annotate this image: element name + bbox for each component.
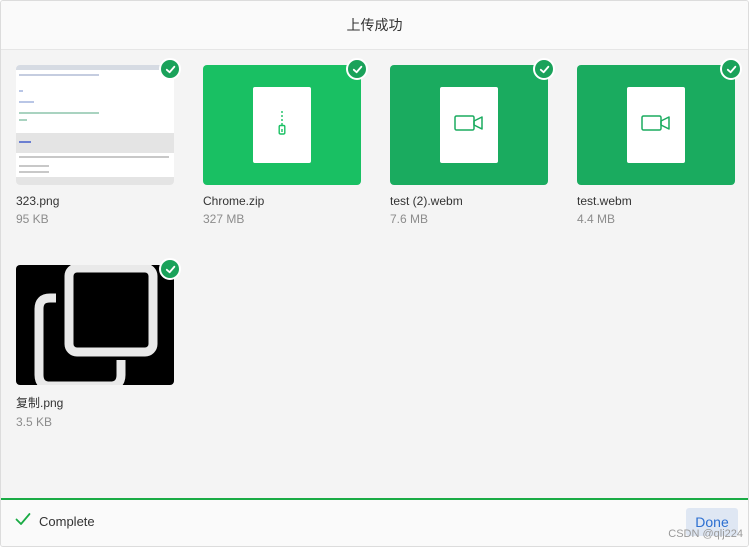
upload-success-check-icon [720, 58, 742, 80]
file-item[interactable]: Chrome.zip 327 MB [203, 58, 368, 226]
file-size: 7.6 MB [390, 212, 429, 226]
file-thumbnail[interactable] [203, 58, 368, 185]
dialog-title: 上传成功 [346, 17, 403, 33]
file-card [440, 87, 498, 163]
dialog-header: 上传成功 [1, 1, 748, 50]
file-thumbnail[interactable] [16, 258, 181, 385]
upload-success-check-icon [346, 58, 368, 80]
file-name: 323.png [16, 194, 60, 208]
file-grid: 323.png 95 KB Chrome.zip 327 MB test (2)… [1, 49, 748, 498]
file-size: 4.4 MB [577, 212, 616, 226]
file-name: test (2).webm [390, 194, 463, 208]
upload-status: Complete [15, 512, 95, 531]
video-camera-icon [454, 114, 484, 137]
watermark: CSDN @qlj224 [668, 528, 743, 540]
file-card [627, 87, 685, 163]
upload-success-check-icon [159, 258, 181, 280]
checkmark-icon [15, 512, 31, 531]
upload-success-check-icon [159, 58, 181, 80]
file-item[interactable]: test (2).webm 7.6 MB [390, 58, 555, 226]
copy-icon [34, 265, 158, 385]
file-card [253, 87, 311, 163]
screenshot-preview [16, 65, 174, 185]
dialog-footer: Complete Done [1, 498, 748, 546]
file-thumbnail[interactable] [390, 58, 555, 185]
upload-success-check-icon [533, 58, 555, 80]
status-text: Complete [39, 514, 95, 529]
file-name: 复制.png [16, 396, 64, 410]
file-thumbnail[interactable] [16, 58, 181, 185]
zip-file-icon [276, 110, 288, 141]
file-size: 3.5 KB [16, 415, 53, 429]
file-size: 95 KB [16, 212, 49, 226]
file-name: test.webm [577, 194, 632, 208]
file-size: 327 MB [203, 212, 245, 226]
file-name: Chrome.zip [203, 194, 265, 208]
file-item[interactable]: 323.png 95 KB [16, 58, 181, 226]
file-item[interactable]: 复制.png 3.5 KB [16, 258, 181, 429]
file-thumbnail[interactable] [577, 58, 742, 185]
file-item[interactable]: test.webm 4.4 MB [577, 58, 742, 226]
video-camera-icon [641, 114, 671, 137]
copy-image-preview [16, 265, 174, 385]
upload-dialog: 上传成功 323.png 95 KB Chrome.zip 327 MB tes… [0, 0, 749, 547]
